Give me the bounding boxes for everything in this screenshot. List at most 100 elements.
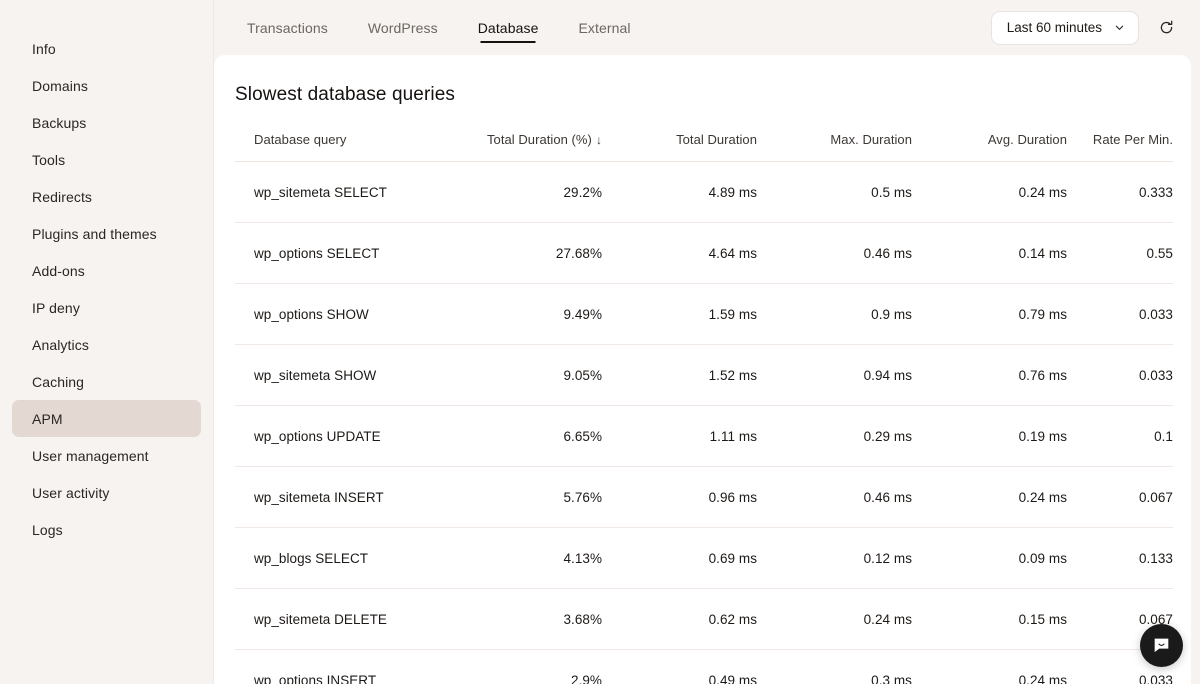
cell-avg: 0.24 ms (912, 162, 1067, 223)
column-header-label: Max. Duration (830, 132, 912, 147)
sidebar-item-label: User activity (32, 485, 110, 501)
cell-avg: 0.79 ms (912, 284, 1067, 345)
table-row[interactable]: wp_sitemeta SELECT29.2%4.89 ms0.5 ms0.24… (235, 162, 1173, 223)
cell-query: wp_options SHOW (235, 284, 447, 345)
cell-total: 0.69 ms (602, 528, 757, 589)
cell-max: 0.46 ms (757, 223, 912, 284)
topbar-actions: Last 60 minutes (991, 11, 1190, 45)
cell-max: 0.12 ms (757, 528, 912, 589)
tab-label: Transactions (247, 20, 328, 36)
sidebar-item-label: Tools (32, 152, 65, 168)
sidebar-item-logs[interactable]: Logs (12, 511, 201, 548)
column-header-avg[interactable]: Avg. Duration (912, 106, 1067, 162)
slowest-queries-table: Database queryTotal Duration (%)↓Total D… (235, 106, 1173, 684)
sidebar-item-label: Add-ons (32, 263, 85, 279)
cell-pct: 6.65% (447, 406, 602, 467)
chat-launcher-button[interactable] (1140, 624, 1183, 667)
cell-avg: 0.15 ms (912, 589, 1067, 650)
table-row[interactable]: wp_blogs SELECT4.13%0.69 ms0.12 ms0.09 m… (235, 528, 1173, 589)
cell-max: 0.46 ms (757, 467, 912, 528)
column-header-label: Total Duration (676, 132, 757, 147)
slowest-queries-card: Slowest database queries Database query T… (214, 55, 1191, 684)
table-row[interactable]: wp_sitemeta SHOW9.05%1.52 ms0.94 ms0.76 … (235, 345, 1173, 406)
column-header-query[interactable]: Database query (235, 106, 447, 162)
cell-pct: 9.05% (447, 345, 602, 406)
sidebar-item-backups[interactable]: Backups (12, 104, 201, 141)
tab-wordpress[interactable]: WordPress (348, 0, 458, 55)
cell-pct: 2.9% (447, 650, 602, 684)
sidebar-item-domains[interactable]: Domains (12, 67, 201, 104)
apm-database-page: Info DomainsBackups Tools Redirects Plugins … (0, 0, 1200, 684)
tab-label: External (578, 20, 630, 36)
sidebar-item-label: IP deny (32, 300, 80, 316)
column-header-label: Avg. Duration (988, 132, 1067, 147)
cell-total: 0.62 ms (602, 589, 757, 650)
sidebar-item-apm[interactable]: APM (12, 400, 201, 437)
sidebar-item-user-activity[interactable]: User activity (12, 474, 201, 511)
table-header: Database queryTotal Duration (%)↓Total D… (235, 106, 1173, 162)
sidebar-item-tools[interactable]: Tools (12, 141, 201, 178)
cell-pct: 4.13% (447, 528, 602, 589)
table-row[interactable]: wp_sitemeta DELETE3.68%0.62 ms0.24 ms0.1… (235, 589, 1173, 650)
sidebar-item-label: Redirects (32, 189, 92, 205)
sidebar-item-caching[interactable]: Caching (12, 363, 201, 400)
column-header-max[interactable]: Max. Duration (757, 106, 912, 162)
cell-query: wp_options INSERT (235, 650, 447, 684)
sidebar-item-ip-deny[interactable]: IP deny (12, 289, 201, 326)
topbar: Transactions WordPress Database External La… (214, 0, 1200, 55)
cell-pct: 29.2% (447, 162, 602, 223)
chat-bubble-icon (1151, 635, 1172, 656)
cell-max: 0.94 ms (757, 345, 912, 406)
cell-pct: 27.68% (447, 223, 602, 284)
sidebar-item-redirects[interactable]: Redirects (12, 178, 201, 215)
cell-total: 1.59 ms (602, 284, 757, 345)
column-header-total[interactable]: Total Duration (602, 106, 757, 162)
tab-transactions[interactable]: Transactions (227, 0, 348, 55)
cell-query: wp_sitemeta SELECT (235, 162, 447, 223)
cell-rate: 0.033 (1067, 284, 1173, 345)
sidebar-item-plugins-and-themes[interactable]: Plugins and themes (12, 215, 201, 252)
cell-total: 0.96 ms (602, 467, 757, 528)
time-range-selector[interactable]: Last 60 minutes (991, 11, 1139, 45)
cell-rate: 0.55 (1067, 223, 1173, 284)
tab-label: Database (478, 20, 539, 36)
cell-max: 0.9 ms (757, 284, 912, 345)
cell-pct: 9.49% (447, 284, 602, 345)
refresh-button[interactable] (1153, 15, 1179, 41)
column-header-label: Total Duration (%) (487, 132, 592, 147)
cell-rate: 0.033 (1067, 345, 1173, 406)
cell-rate: 0.133 (1067, 528, 1173, 589)
sidebar-item-analytics[interactable]: Analytics (12, 326, 201, 363)
column-header-pct[interactable]: Total Duration (%)↓ (447, 106, 602, 162)
table-header-row: Database queryTotal Duration (%)↓Total D… (235, 106, 1173, 162)
sidebar-item-label: Info (32, 41, 56, 57)
sidebar-item-user-management[interactable]: User management (12, 437, 201, 474)
cell-pct: 5.76% (447, 467, 602, 528)
table-row[interactable]: wp_options SHOW9.49%1.59 ms0.9 ms0.79 ms… (235, 284, 1173, 345)
sidebar-item-info[interactable]: Info (12, 30, 201, 67)
time-range-label: Last 60 minutes (1007, 20, 1102, 35)
cell-query: wp_sitemeta INSERT (235, 467, 447, 528)
sidebar-item-add-ons[interactable]: Add-ons (12, 252, 201, 289)
table-row[interactable]: wp_options INSERT2.9%0.49 ms0.3 ms0.24 m… (235, 650, 1173, 684)
page-title: Slowest database queries (214, 55, 1191, 106)
cell-max: 0.5 ms (757, 162, 912, 223)
cell-query: wp_sitemeta SHOW (235, 345, 447, 406)
table-body: wp_sitemeta SELECT29.2%4.89 ms0.5 ms0.24… (235, 162, 1173, 684)
cell-total: 1.52 ms (602, 345, 757, 406)
column-header-label: Database query (254, 132, 346, 147)
tab-external[interactable]: External (558, 0, 650, 55)
cell-rate: 0.1 (1067, 406, 1173, 467)
cell-avg: 0.19 ms (912, 406, 1067, 467)
table-row[interactable]: wp_options UPDATE6.65%1.11 ms0.29 ms0.19… (235, 406, 1173, 467)
cell-query: wp_blogs SELECT (235, 528, 447, 589)
table-row[interactable]: wp_options SELECT27.68%4.64 ms0.46 ms0.1… (235, 223, 1173, 284)
tab-database[interactable]: Database (458, 0, 559, 55)
cell-total: 4.89 ms (602, 162, 757, 223)
column-header-rate[interactable]: Rate Per Min. (1067, 106, 1173, 162)
cell-avg: 0.76 ms (912, 345, 1067, 406)
cell-total: 1.11 ms (602, 406, 757, 467)
tab-bar: Transactions WordPress Database External (227, 0, 651, 55)
refresh-icon (1158, 19, 1175, 36)
table-row[interactable]: wp_sitemeta INSERT5.76%0.96 ms0.46 ms0.2… (235, 467, 1173, 528)
